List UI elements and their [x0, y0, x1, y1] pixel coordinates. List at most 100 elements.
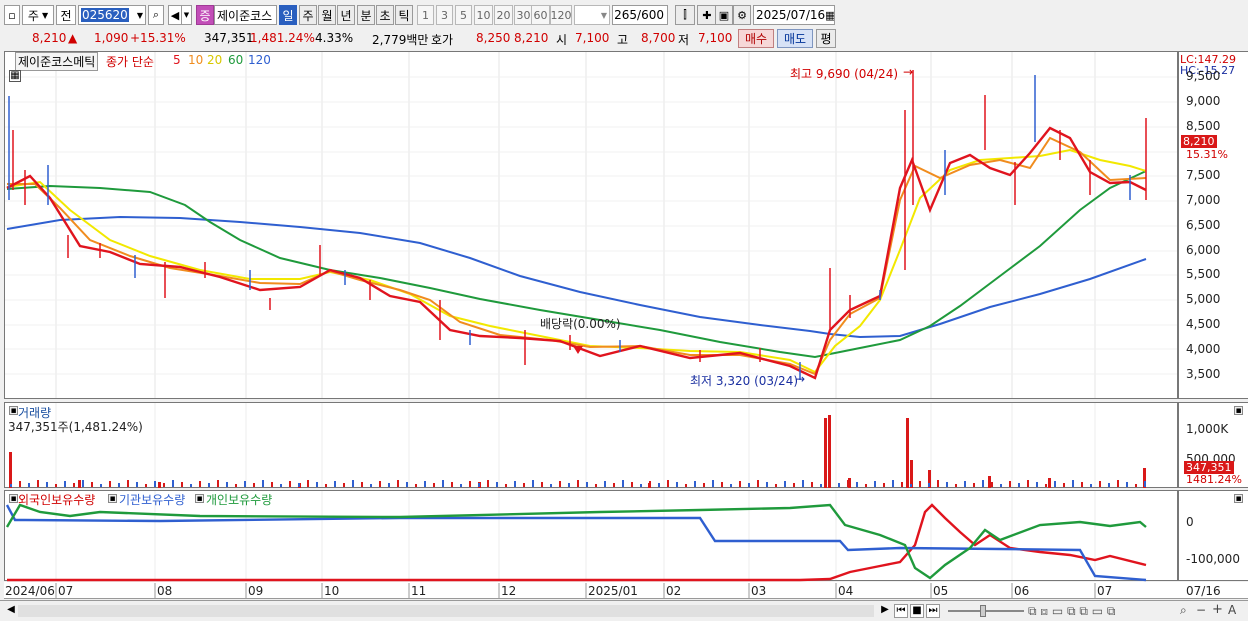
y-tick-3500: 3,500	[1186, 367, 1221, 381]
interval-120[interactable]: 120	[550, 5, 572, 25]
evaluate-button[interactable]: 평	[816, 29, 836, 48]
quote-label: 호가	[431, 33, 454, 47]
custom-interval-select[interactable]: ▼	[574, 5, 610, 25]
data-count-field[interactable]: 265/600	[612, 5, 668, 25]
window-menu-icon[interactable]: ▫	[4, 5, 20, 25]
ma20-legend[interactable]: 20	[207, 53, 222, 67]
volume-pane[interactable]	[4, 402, 1178, 488]
quote-info-bar: 8,210 ▲ 1,090 +15.31% 347,351 1,481.24% …	[0, 29, 1248, 49]
y-tick-5500: 5,500	[1186, 267, 1221, 281]
x-label-06: 06	[1014, 584, 1030, 598]
investor-collapse-icon[interactable]: ▪	[9, 494, 18, 504]
speaker-dropdown-icon[interactable]: ▼	[182, 5, 192, 25]
interval-10[interactable]: 10	[474, 5, 493, 25]
interval-1[interactable]: 1	[417, 5, 434, 25]
period-monthly-tab[interactable]: 월	[318, 5, 336, 25]
x-label-2024-06: 2024/06	[5, 584, 55, 598]
scroll-right-icon[interactable]: ▶	[878, 604, 892, 618]
x-label-02: 02	[666, 584, 682, 598]
buy-button[interactable]: 매수	[738, 29, 774, 48]
calendar-icon[interactable]: ▦	[825, 9, 834, 22]
interval-5[interactable]: 5	[455, 5, 472, 25]
investor-y-tick-0: 0	[1186, 515, 1194, 529]
search-icon[interactable]: ⌕	[148, 5, 164, 25]
x-label-11: 11	[411, 584, 427, 598]
date-picker[interactable]: 2025/07/16 ▦	[753, 5, 835, 25]
turnover-rate: 4.33%	[315, 31, 354, 45]
period-yearly-tab[interactable]: 년	[337, 5, 355, 25]
investor-y-tick-minus100000: -100,000	[1186, 552, 1240, 566]
zoom-in-icon[interactable]: +	[1212, 602, 1223, 617]
low-annotation: 최저 3,320 (03/24)	[690, 374, 799, 388]
scroll-left-icon[interactable]: ◀	[4, 604, 18, 618]
individual-square-icon: ▪	[195, 494, 204, 504]
compare-button[interactable]: 전	[56, 5, 76, 25]
volume-collapse-icon[interactable]: ▪	[9, 406, 18, 416]
institution-square-icon: ▪	[108, 494, 117, 504]
stock-code-input[interactable]: 025620 ▼	[78, 5, 146, 25]
y-tick-4500: 4,500	[1186, 317, 1221, 331]
bottom-control-bar: ◀ ▶ ⏮ ■ ⏭ ⧉ ⧈ ▭ ⧉ ⧉ ▭ ⧉ ⌕ − + A	[0, 600, 1248, 621]
open-price: 7,100	[575, 31, 610, 45]
y-tick-7000: 7,000	[1186, 193, 1221, 207]
volume-value: 347,351	[204, 31, 254, 45]
zoom-out-icon[interactable]: −	[1196, 603, 1206, 617]
x-label-2025-01: 2025/01	[588, 584, 638, 598]
grid-toggle-icon[interactable]: ▦	[9, 70, 21, 82]
speaker-icon[interactable]: ◀	[168, 5, 182, 25]
period-daily-tab[interactable]: 일	[279, 5, 297, 25]
ask-price: 8,250	[476, 31, 511, 45]
sell-button[interactable]: 매도	[777, 29, 813, 48]
x-label-12: 12	[501, 584, 517, 598]
up-arrow-icon: ▲	[68, 31, 78, 45]
period-type-select[interactable]: 주 ▼	[22, 5, 54, 25]
horizontal-scrollbar[interactable]	[18, 605, 874, 617]
settings-gear-icon[interactable]: ⚙	[733, 5, 751, 25]
period-minute-tab[interactable]: 분	[357, 5, 375, 25]
low-annotation-arrow-icon: →	[795, 372, 806, 386]
period-tick-tab[interactable]: 틱	[395, 5, 413, 25]
y-tick-6000: 6,000	[1186, 243, 1221, 257]
current-price: 8,210	[32, 31, 67, 45]
price-pane[interactable]	[4, 51, 1178, 399]
stock-name-box[interactable]: 제이준코스메틱	[15, 52, 99, 71]
period-weekly-tab[interactable]: 주	[299, 5, 317, 25]
zoom-slider-thumb[interactable]	[980, 605, 986, 617]
volume-ratio: 1,481.24%	[250, 31, 315, 45]
legend-foreign[interactable]: 외국인보유수량	[18, 491, 95, 508]
save-icon[interactable]: ▣	[715, 5, 733, 25]
low-label: 저	[678, 33, 690, 47]
volume-current-pct: 1481.24%	[1186, 473, 1242, 486]
fast-forward-icon[interactable]: ⏭	[926, 604, 940, 618]
candle-type-icon[interactable]: ⫿	[675, 5, 695, 25]
high-annotation: 최고 9,690 (04/24)	[790, 67, 899, 81]
font-size-icon[interactable]: A	[1228, 603, 1236, 617]
interval-3[interactable]: 3	[436, 5, 453, 25]
x-label-08: 08	[157, 584, 173, 598]
stock-name-field: 제이준코스	[214, 5, 277, 25]
ma60-legend[interactable]: 60	[228, 53, 243, 67]
volume-close-icon[interactable]: ▪	[1234, 406, 1243, 416]
stock-chart-window: ▫ 주 ▼ 전 025620 ▼ ⌕ ◀ ▼ 증 제이준코스 일 주 월 년 분 초…	[0, 0, 1248, 621]
investor-close-icon[interactable]: ▪	[1234, 494, 1243, 504]
trade-amount: 2,779백만	[372, 33, 429, 47]
y-tick-7500: 7,500	[1186, 168, 1221, 182]
rewind-icon[interactable]: ⏮	[894, 604, 908, 618]
interval-60[interactable]: 60	[531, 5, 550, 25]
ma5-legend[interactable]: 5	[173, 53, 181, 67]
zoom-search-icon[interactable]: ⌕	[1180, 603, 1187, 618]
low-price: 7,100	[698, 31, 733, 45]
x-label-09: 09	[248, 584, 264, 598]
view-mode-icons[interactable]: ⧉ ⧈ ▭ ⧉ ⧉ ▭ ⧉	[1028, 604, 1115, 619]
interval-20[interactable]: 20	[494, 5, 513, 25]
stop-icon[interactable]: ■	[910, 604, 924, 618]
zoom-slider[interactable]	[948, 610, 1024, 612]
ma10-legend[interactable]: 10	[188, 53, 203, 67]
legend-institution[interactable]: 기관보유수량	[119, 491, 185, 508]
ma120-legend[interactable]: 120	[248, 53, 271, 67]
bid-price: 8,210	[514, 31, 549, 45]
high-annotation-arrow-icon: →	[903, 65, 914, 79]
legend-individual[interactable]: 개인보유수량	[206, 491, 272, 508]
crosshair-icon[interactable]: ✚	[697, 5, 717, 25]
period-second-tab[interactable]: 초	[376, 5, 394, 25]
